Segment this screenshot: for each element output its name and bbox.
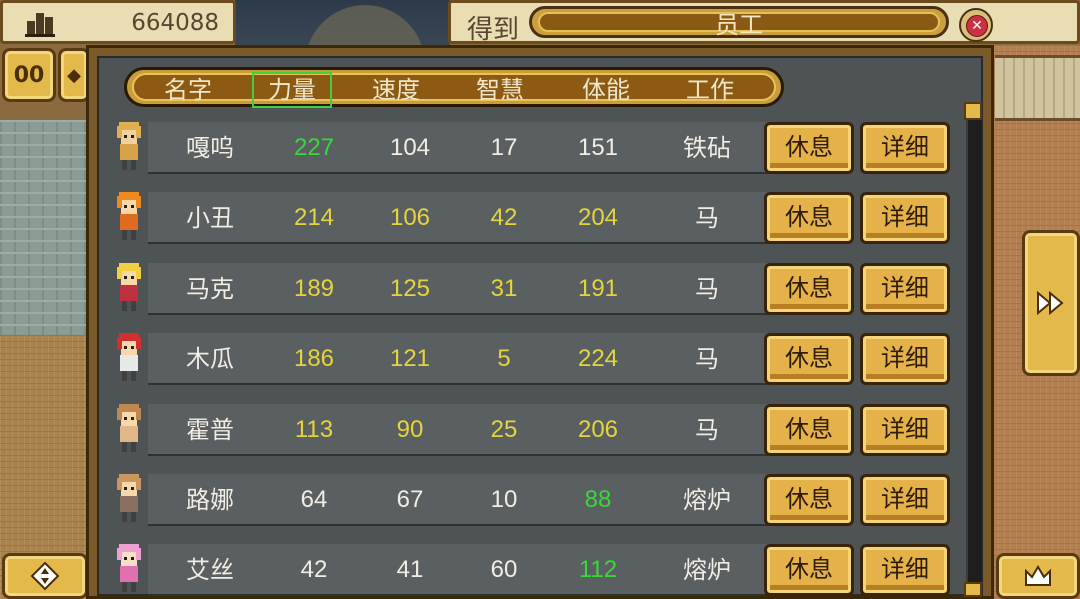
employee-name: 小丑 [186, 204, 234, 232]
employee-wisdom: 5 [497, 345, 511, 372]
table-row: 马克 189 125 31 191 马 休息 详细 [112, 257, 954, 317]
employee-wisdom: 31 [490, 275, 518, 302]
stone-floor [0, 120, 90, 335]
employee-avatar [117, 544, 141, 592]
rest-button[interactable]: 休息 [764, 544, 854, 596]
employee-job: 铁砧 [683, 134, 731, 162]
employee-stamina: 191 [577, 275, 619, 302]
employee-speed: 67 [396, 486, 424, 513]
employee-wisdom: 17 [490, 134, 518, 161]
money-display: 664088 [0, 0, 236, 44]
get-label: 得到 [467, 15, 520, 45]
employee-avatar [117, 474, 141, 522]
column-header-stamina[interactable]: 体能 [566, 72, 646, 108]
table-row: 嘎呜 227 104 17 151 铁砧 休息 详细 [112, 116, 954, 176]
employee-name: 艾丝 [186, 556, 234, 584]
scrollbar-end [964, 582, 982, 597]
employee-stamina: 112 [578, 556, 618, 583]
close-button[interactable]: ✕ [959, 8, 993, 42]
employee-wisdom: 10 [490, 486, 518, 513]
employee-speed: 90 [396, 416, 424, 443]
column-header-speed[interactable]: 速度 [356, 72, 436, 108]
detail-button[interactable]: 详细 [860, 192, 950, 244]
column-header-power[interactable]: 力量 [252, 72, 332, 108]
detail-button[interactable]: 详细 [860, 404, 950, 456]
employee-speed: 125 [389, 275, 431, 302]
table-row: 路娜 64 67 10 88 熔炉 休息 详细 [112, 468, 954, 528]
detail-button[interactable]: 详细 [860, 333, 950, 385]
employee-power: 214 [293, 204, 335, 231]
crown-button[interactable] [996, 553, 1080, 599]
detail-button[interactable]: 详细 [860, 544, 950, 596]
dpad-button[interactable] [2, 553, 88, 599]
building-icon [25, 13, 55, 37]
employee-avatar [117, 122, 141, 170]
column-header-wisdom[interactable]: 智慧 [460, 72, 540, 108]
dpad-icon [30, 561, 60, 591]
title-bar: 得到 员工 ✕ [448, 0, 1080, 45]
employee-wisdom: 60 [490, 556, 518, 583]
employee-avatar [117, 263, 141, 311]
employee-speed: 106 [389, 204, 431, 231]
employee-power: 113 [294, 416, 334, 443]
employee-speed: 104 [389, 134, 431, 161]
employee-job: 马 [695, 275, 719, 303]
employee-name: 嘎呜 [186, 134, 234, 162]
menu-button-00[interactable]: 00 [2, 48, 56, 102]
rest-button[interactable]: 休息 [764, 192, 854, 244]
crown-icon [1025, 565, 1051, 586]
employee-power: 186 [293, 345, 335, 372]
rest-button[interactable]: 休息 [764, 474, 854, 526]
next-page-button[interactable] [1022, 230, 1080, 376]
table-row: 霍普 113 90 25 206 马 休息 详细 [112, 398, 954, 458]
employee-job: 熔炉 [683, 486, 731, 514]
employee-name: 路娜 [186, 486, 234, 514]
close-icon: ✕ [966, 15, 988, 37]
employee-power: 42 [300, 556, 328, 583]
money-value: 664088 [131, 10, 219, 36]
employee-wisdom: 42 [490, 204, 518, 231]
detail-button[interactable]: 详细 [860, 122, 950, 174]
employee-avatar [117, 333, 141, 381]
employee-stamina: 204 [577, 204, 619, 231]
employee-speed: 41 [396, 556, 424, 583]
employee-job: 马 [695, 416, 719, 444]
employee-power: 64 [300, 486, 328, 513]
rest-button[interactable]: 休息 [764, 404, 854, 456]
employee-name: 马克 [186, 275, 234, 303]
employee-power: 227 [293, 134, 335, 161]
employee-avatar [117, 192, 141, 240]
scrollbar-track[interactable] [966, 102, 982, 597]
table-row: 小丑 214 106 42 204 马 休息 详细 [112, 186, 954, 246]
rest-button[interactable]: 休息 [764, 333, 854, 385]
employee-stamina: 224 [577, 345, 619, 372]
employee-stamina: 206 [577, 416, 619, 443]
detail-button[interactable]: 详细 [860, 474, 950, 526]
employee-job: 马 [695, 204, 719, 232]
title-plate: 员工 [529, 6, 949, 39]
double-arrow-icon [1037, 291, 1064, 315]
scrollbar-thumb[interactable] [964, 102, 982, 120]
employee-wisdom: 25 [490, 416, 518, 443]
employee-avatar [117, 404, 141, 452]
employee-job: 马 [695, 345, 719, 373]
table-row: 艾丝 42 41 60 112 熔炉 休息 详细 [112, 538, 954, 598]
employee-stamina: 88 [584, 486, 612, 513]
employee-speed: 121 [389, 345, 431, 372]
rest-button[interactable]: 休息 [764, 263, 854, 315]
page-title: 员工 [715, 10, 763, 39]
employee-job: 熔炉 [683, 556, 731, 584]
detail-button[interactable]: 详细 [860, 263, 950, 315]
employee-name: 木瓜 [186, 345, 234, 373]
compass-icon: ◆ [67, 64, 81, 86]
table-row: 木瓜 186 121 5 224 马 休息 详细 [112, 327, 954, 387]
employee-power: 189 [293, 275, 335, 302]
column-header-name[interactable]: 名字 [148, 72, 228, 108]
fence-rail [995, 55, 1080, 121]
employee-stamina: 151 [577, 134, 619, 161]
column-header-job[interactable]: 工作 [670, 72, 750, 108]
rest-button[interactable]: 休息 [764, 122, 854, 174]
employee-name: 霍普 [186, 416, 234, 444]
